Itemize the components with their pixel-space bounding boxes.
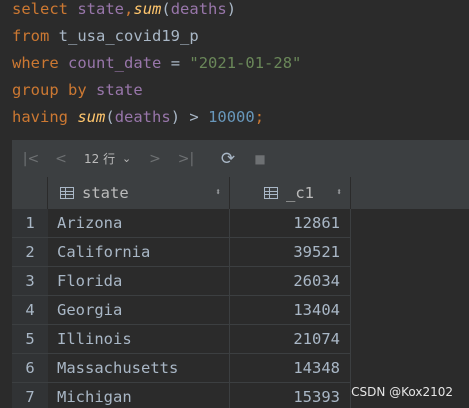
code-line-2: from t_usa_covid19_p: [12, 23, 199, 50]
last-page-icon[interactable]: >|: [176, 150, 196, 168]
next-page-icon[interactable]: >: [148, 150, 162, 168]
cell-state[interactable]: Michigan: [48, 383, 230, 408]
comma: ,: [124, 0, 134, 18]
first-page-icon[interactable]: |<: [22, 150, 40, 168]
cell-c1[interactable]: 12861: [230, 209, 351, 238]
keyword-having: having: [12, 108, 68, 126]
column-deaths: deaths: [170, 0, 227, 18]
refresh-icon[interactable]: ⟳: [219, 150, 237, 168]
table-row[interactable]: 2 California 39521: [12, 238, 469, 267]
sort-icon[interactable]: ⬍: [336, 177, 342, 209]
table-row[interactable]: 4 Georgia 13404: [12, 296, 469, 325]
cell-c1[interactable]: 13404: [230, 296, 351, 325]
operator-eq: =: [170, 54, 181, 72]
row-number: 3: [12, 267, 48, 296]
table-row[interactable]: 6 Massachusetts 14348: [12, 354, 469, 383]
column-state: state: [77, 0, 125, 18]
row-number: 2: [12, 238, 48, 267]
sql-editor[interactable]: select state,sum(deaths) from t_usa_covi…: [0, 0, 469, 140]
table-row[interactable]: 5 Illinois 21074: [12, 325, 469, 354]
table-name: t_usa_covid19_p: [58, 27, 199, 45]
paren-open: (: [161, 0, 171, 18]
screen: select state,sum(deaths) from t_usa_covi…: [0, 0, 469, 408]
column-header-c1[interactable]: _c1 ⬍: [230, 177, 351, 209]
prev-page-icon[interactable]: <: [54, 150, 68, 168]
row-number-header: [12, 177, 48, 209]
paren-close: ): [170, 108, 181, 126]
column-icon: [60, 187, 74, 199]
cell-state[interactable]: Arizona: [48, 209, 230, 238]
cell-state[interactable]: Massachusetts: [48, 354, 230, 383]
cell-c1[interactable]: 26034: [230, 267, 351, 296]
row-number: 7: [12, 383, 48, 408]
semicolon: ;: [254, 108, 265, 126]
code-line-3: where count_date = "2021-01-28": [12, 50, 301, 77]
result-toolbar: |< < 12 行 ⌄ > >| ⟳ ■: [12, 141, 469, 177]
row-count-selector[interactable]: 12 行: [84, 150, 115, 168]
keyword-select: select: [12, 0, 68, 18]
number-threshold: 10000: [208, 108, 255, 126]
sort-icon[interactable]: ⬍: [215, 177, 221, 209]
chevron-down-icon[interactable]: ⌄: [122, 150, 131, 168]
cell-c1[interactable]: 21074: [230, 325, 351, 354]
paren-open: (: [105, 108, 115, 126]
row-number: 5: [12, 325, 48, 354]
cell-c1[interactable]: 39521: [230, 238, 351, 267]
table-row[interactable]: 3 Florida 26034: [12, 267, 469, 296]
column-count-date: count_date: [68, 54, 162, 72]
string-date: "2021-01-28": [189, 54, 302, 72]
column-deaths: deaths: [114, 108, 171, 126]
operator-gt: >: [189, 108, 199, 126]
grid-header: state ⬍ _c1 ⬍: [12, 177, 469, 209]
cell-state[interactable]: Georgia: [48, 296, 230, 325]
keyword-where: where: [12, 54, 59, 72]
result-panel: |< < 12 行 ⌄ > >| ⟳ ■ state ⬍ _c1 ⬍ 1 Ari…: [12, 140, 469, 408]
row-number: 4: [12, 296, 48, 325]
cell-c1[interactable]: 14348: [230, 354, 351, 383]
paren-close: ): [226, 0, 237, 18]
keyword-by: by: [68, 81, 87, 99]
column-state: state: [96, 81, 143, 99]
column-icon: [264, 187, 278, 199]
function-sum: sum: [77, 108, 106, 126]
keyword-from: from: [12, 27, 50, 45]
stop-icon[interactable]: ■: [252, 150, 268, 168]
cell-state[interactable]: California: [48, 238, 230, 267]
cell-state[interactable]: Illinois: [48, 325, 230, 354]
row-number: 1: [12, 209, 48, 238]
table-row[interactable]: 1 Arizona 12861: [12, 209, 469, 238]
column-header-label: state: [82, 184, 129, 202]
keyword-group: group: [12, 81, 59, 99]
code-line-4: group by state: [12, 77, 143, 104]
code-line-1: select state,sum(deaths): [12, 0, 236, 23]
code-line-5: having sum(deaths) > 10000;: [12, 104, 264, 131]
function-sum: sum: [133, 0, 162, 18]
row-number: 6: [12, 354, 48, 383]
cell-state[interactable]: Florida: [48, 267, 230, 296]
column-header-label: _c1: [286, 184, 314, 202]
watermark: CSDN @Kox2102: [351, 385, 453, 399]
cell-c1[interactable]: 15393: [230, 383, 351, 408]
column-header-state[interactable]: state ⬍: [48, 177, 230, 209]
